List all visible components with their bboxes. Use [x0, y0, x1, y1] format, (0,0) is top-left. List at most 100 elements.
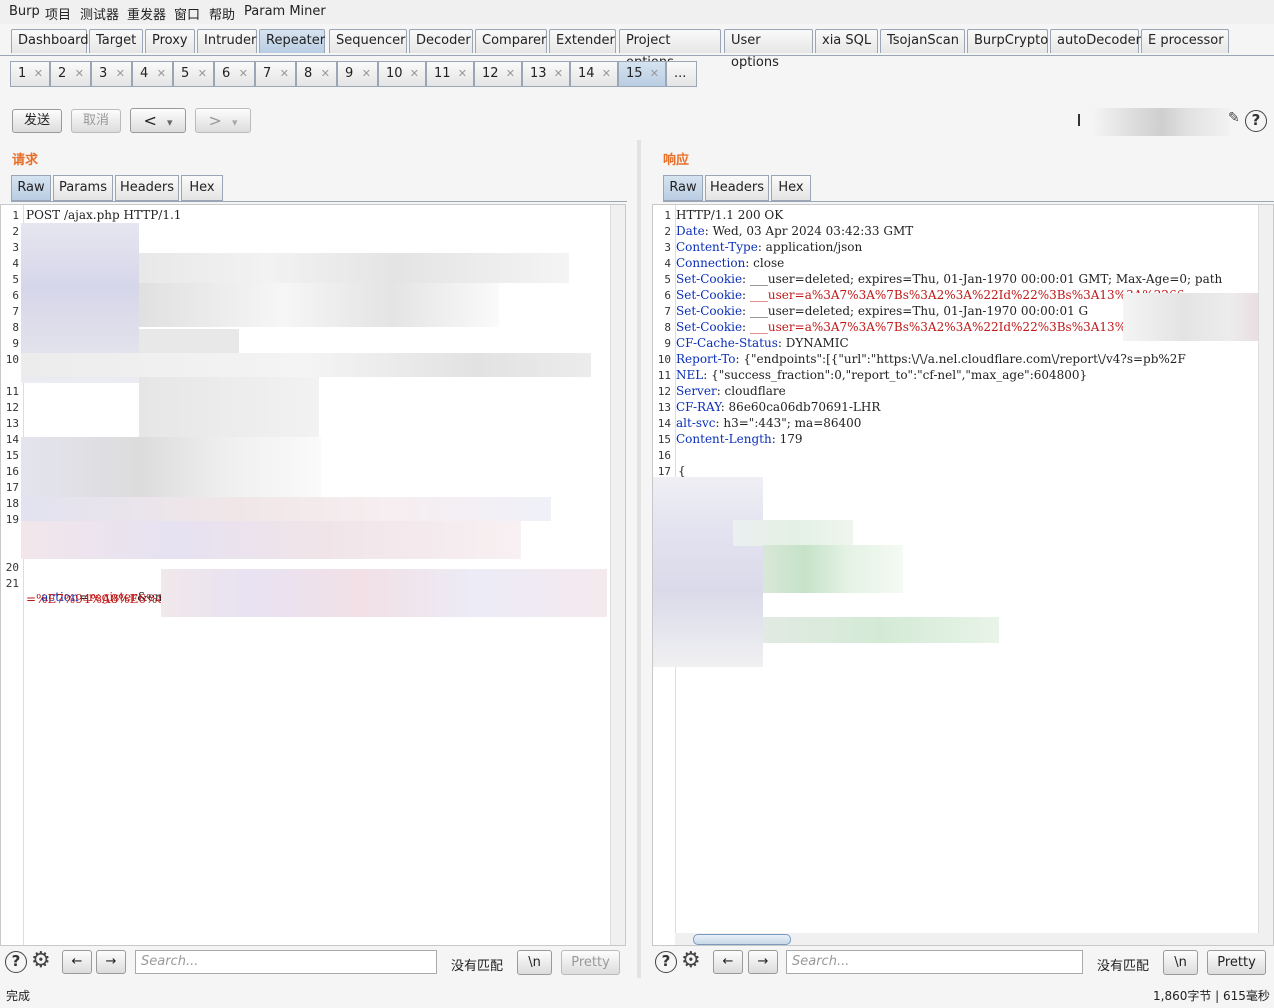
tab-burpcrypto[interactable]: BurpCrypto — [967, 29, 1048, 53]
repeater-tab[interactable]: 5 ✕ — [173, 61, 214, 87]
chevron-right-icon: > — [208, 111, 222, 130]
tab-repeater[interactable]: Repeater — [259, 29, 325, 53]
tab-user-options[interactable]: User options — [724, 29, 813, 70]
send-button[interactable]: 发送 — [12, 109, 62, 133]
pretty-button[interactable]: Pretty — [561, 950, 620, 975]
tab-intruder[interactable]: Intruder — [197, 29, 257, 53]
next-match-button[interactable]: → — [96, 950, 126, 974]
request-vertical-scrollbar[interactable] — [610, 205, 625, 945]
close-icon[interactable]: ✕ — [239, 62, 248, 86]
newline-toggle-button[interactable]: \n — [1163, 950, 1198, 975]
repeater-tab[interactable]: 2 ✕ — [50, 61, 91, 87]
close-icon[interactable]: ✕ — [602, 62, 611, 86]
repeater-tab[interactable]: 3 ✕ — [91, 61, 132, 87]
close-icon[interactable]: ✕ — [34, 62, 43, 86]
repeater-tab[interactable]: 11 ✕ — [426, 61, 474, 87]
scrollbar-thumb[interactable] — [693, 934, 791, 945]
edit-target-icon[interactable]: ✎ — [1228, 110, 1240, 126]
redacted-block — [21, 353, 591, 377]
tab-project-options[interactable]: Project options — [619, 29, 721, 70]
tab-e-processor[interactable]: E processor — [1141, 29, 1229, 53]
header-line: Report-To: {"endpoints":[{"url":"https:\… — [676, 352, 1186, 366]
close-icon[interactable]: ✕ — [362, 62, 371, 86]
menu-intruder[interactable]: 测试器 — [80, 4, 119, 23]
request-search-input[interactable]: Search... — [135, 950, 437, 974]
request-editor[interactable]: 1 2 3 4 5 6 7 8 9 10 11 12 13 14 15 16 1… — [0, 204, 626, 946]
next-match-button[interactable]: → — [748, 950, 778, 974]
response-tab-hex[interactable]: Hex — [771, 175, 811, 201]
history-forward-button[interactable]: > ▾ — [195, 108, 251, 133]
repeater-tab-active[interactable]: 15 ✕ — [618, 61, 666, 87]
redacted-block — [21, 497, 551, 521]
close-icon[interactable]: ✕ — [280, 62, 289, 86]
close-icon[interactable]: ✕ — [506, 62, 515, 86]
request-tab-raw[interactable]: Raw — [11, 175, 51, 201]
close-icon[interactable]: ✕ — [458, 62, 467, 86]
history-back-button[interactable]: < ▾ — [130, 108, 186, 133]
redacted-block — [139, 283, 499, 327]
header-line: Date: Wed, 03 Apr 2024 03:42:33 GMT — [676, 224, 914, 238]
newline-toggle-button[interactable]: \n — [517, 950, 552, 975]
tab-sequencer[interactable]: Sequencer — [329, 29, 407, 53]
response-search-input[interactable]: Search... — [786, 950, 1083, 974]
dropdown-arrow-icon: ▾ — [232, 116, 238, 129]
tab-dashboard[interactable]: Dashboard — [11, 29, 89, 53]
repeater-tab[interactable]: 14 ✕ — [570, 61, 618, 87]
repeater-tab[interactable]: 6 ✕ — [214, 61, 255, 87]
close-icon[interactable]: ✕ — [198, 62, 207, 86]
repeater-tab[interactable]: 12 ✕ — [474, 61, 522, 87]
tab-comparer[interactable]: Comparer — [475, 29, 547, 53]
help-icon[interactable]: ? — [655, 951, 677, 973]
response-tab-raw[interactable]: Raw — [663, 175, 703, 201]
repeater-tab[interactable]: 1 ✕ — [10, 61, 50, 87]
gear-icon[interactable]: ⚙ — [681, 948, 701, 973]
repeater-tab-new[interactable]: ... — [666, 61, 697, 87]
arrow-left-icon: ← — [71, 954, 83, 969]
close-icon[interactable]: ✕ — [410, 62, 419, 86]
repeater-tab[interactable]: 10 ✕ — [378, 61, 426, 87]
menu-help[interactable]: 帮助 — [209, 4, 235, 23]
menu-param-miner[interactable]: Param Miner — [244, 4, 326, 19]
help-icon[interactable]: ? — [1245, 110, 1267, 132]
tab-proxy[interactable]: Proxy — [145, 29, 195, 53]
tab-target[interactable]: Target — [89, 29, 143, 53]
repeater-tab[interactable]: 7 ✕ — [255, 61, 296, 87]
request-tab-params[interactable]: Params — [53, 175, 113, 201]
prev-match-button[interactable]: ← — [62, 950, 92, 974]
cancel-button[interactable]: 取消 — [71, 109, 121, 133]
response-tab-headers[interactable]: Headers — [705, 175, 769, 201]
response-editor[interactable]: 1 2 3 4 5 6 7 8 9 10 11 12 13 14 15 16 1… — [652, 204, 1274, 946]
close-icon[interactable]: ✕ — [75, 62, 84, 86]
gear-icon[interactable]: ⚙ — [31, 948, 51, 973]
redacted-block — [139, 329, 239, 355]
tab-autodecoder[interactable]: autoDecoder — [1050, 29, 1141, 53]
tab-tsojanscan[interactable]: TsojanScan — [880, 29, 965, 53]
help-icon[interactable]: ? — [5, 951, 27, 973]
header-line: Set-Cookie: ___user=deleted; expires=Thu… — [676, 304, 1089, 318]
pretty-button[interactable]: Pretty — [1207, 950, 1266, 975]
prev-match-button[interactable]: ← — [713, 950, 743, 974]
close-icon[interactable]: ✕ — [554, 62, 563, 86]
response-horizontal-scrollbar[interactable] — [675, 933, 1259, 945]
menu-project[interactable]: 项目 — [45, 4, 71, 23]
repeater-tab[interactable]: 9 ✕ — [337, 61, 378, 87]
repeater-tab[interactable]: 13 ✕ — [522, 61, 570, 87]
tab-extender[interactable]: Extender — [549, 29, 616, 53]
target-host-redacted[interactable] — [1094, 108, 1230, 136]
request-tab-headers[interactable]: Headers — [115, 175, 179, 201]
close-icon[interactable]: ✕ — [321, 62, 330, 86]
close-icon[interactable]: ✕ — [157, 62, 166, 86]
response-vertical-scrollbar[interactable] — [1258, 205, 1273, 945]
close-icon[interactable]: ✕ — [116, 62, 125, 86]
request-tab-hex[interactable]: Hex — [181, 175, 223, 201]
close-icon[interactable]: ✕ — [650, 62, 659, 86]
tab-xia-sql[interactable]: xia SQL — [815, 29, 878, 53]
repeater-tab[interactable]: 4 ✕ — [132, 61, 173, 87]
repeater-tab[interactable]: 8 ✕ — [296, 61, 337, 87]
menu-burp[interactable]: Burp — [9, 4, 40, 19]
tab-decoder[interactable]: Decoder — [409, 29, 473, 53]
split-divider[interactable] — [637, 140, 641, 978]
match-count: 没有匹配 — [1097, 959, 1150, 974]
menu-window[interactable]: 窗口 — [174, 4, 200, 23]
menu-repeater[interactable]: 重发器 — [127, 4, 166, 23]
